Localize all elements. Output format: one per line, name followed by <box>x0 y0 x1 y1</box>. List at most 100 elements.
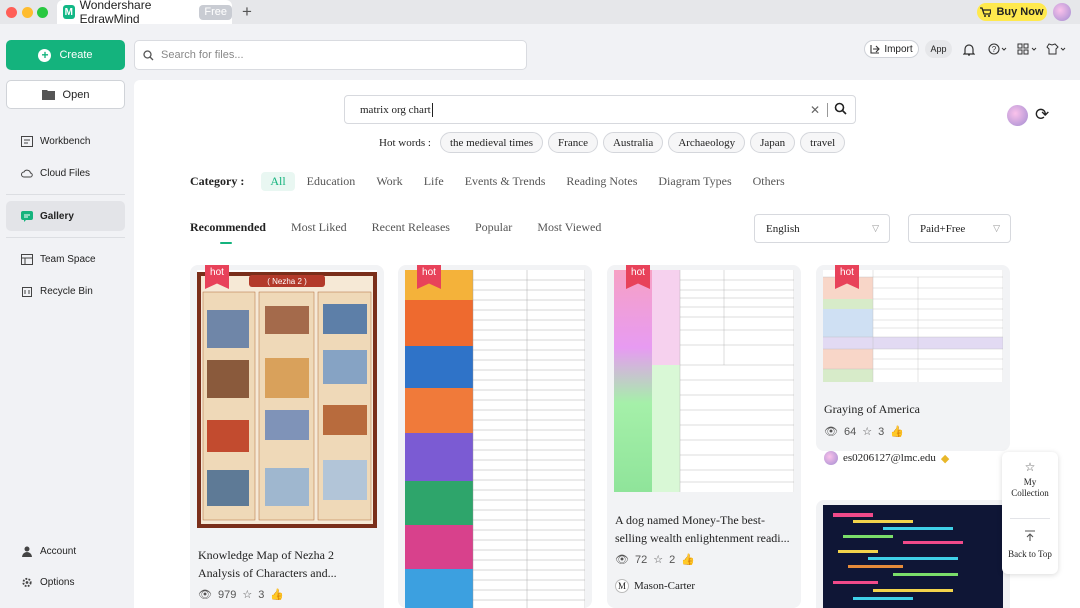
tab-popular[interactable]: Popular <box>475 220 512 235</box>
folder-icon <box>41 90 55 100</box>
template-card[interactable]: hot <box>398 265 592 608</box>
star-icon[interactable]: ☆ <box>242 588 252 601</box>
sidebar-divider <box>6 194 125 195</box>
sidebar-item-label: Account <box>40 545 77 557</box>
price-filter-select[interactable]: Paid+Free ▽ <box>908 214 1011 243</box>
import-label: Import <box>884 43 913 55</box>
card-title-line: Knowledge Map of Nezha 2 <box>198 548 334 562</box>
team-space-icon <box>21 253 33 265</box>
thumbs-up-icon[interactable]: 👍 <box>270 588 284 601</box>
buy-now-button[interactable]: Buy Now <box>977 3 1047 21</box>
tab-most-liked[interactable]: Most Liked <box>291 220 347 235</box>
category-diagram-types[interactable]: Diagram Types <box>649 172 740 191</box>
category-work[interactable]: Work <box>367 172 411 191</box>
thumbs-up-icon[interactable]: 👍 <box>681 553 695 566</box>
hot-words: Hot words : the medieval times France Au… <box>379 132 846 153</box>
card-author[interactable]: M Mason-Carter <box>615 579 695 593</box>
card-thumbnail <box>614 270 794 492</box>
app-tab[interactable]: M Wondershare EdrawMind Free <box>57 0 232 26</box>
my-collection-button[interactable]: ☆ My Collection <box>1002 461 1058 499</box>
grid-menu-icon[interactable] <box>1017 40 1039 58</box>
template-card[interactable]: ( Nezha 2 ) hot Knowledge Map of Nezha 2… <box>190 265 384 608</box>
category-all[interactable]: All <box>261 172 295 191</box>
sidebar-item-recycle-bin[interactable]: Recycle Bin <box>6 276 125 306</box>
hot-word-chip[interactable]: travel <box>800 132 846 153</box>
svg-text:?: ? <box>992 45 997 54</box>
open-button[interactable]: Open <box>6 80 125 109</box>
template-card[interactable]: hot A dog named Money-The best- selling … <box>607 265 801 608</box>
sidebar-item-label: Gallery <box>40 210 74 222</box>
refresh-icon[interactable]: ⟳ <box>1035 105 1049 125</box>
account-icon <box>22 546 32 557</box>
back-to-top-button[interactable]: Back to Top <box>1002 530 1058 560</box>
hot-word-chip[interactable]: France <box>548 132 598 153</box>
star-icon[interactable]: ☆ <box>862 425 872 438</box>
app-button[interactable]: App <box>925 40 952 58</box>
sidebar-item-cloud-files[interactable]: Cloud Files <box>6 158 125 188</box>
card-title-line: A dog named Money-The best- <box>615 513 765 527</box>
notification-bell-icon[interactable] <box>962 40 976 58</box>
search-separator <box>827 103 828 117</box>
category-education[interactable]: Education <box>298 172 365 191</box>
clear-search-icon[interactable]: ✕ <box>810 103 820 118</box>
card-title-line: selling wealth enlightenment readi... <box>615 531 790 545</box>
language-value: English <box>766 222 800 235</box>
diamond-badge-icon: ◆ <box>940 452 950 465</box>
sidebar-item-options[interactable]: Options <box>6 567 125 597</box>
template-card[interactable] <box>816 500 1010 608</box>
hot-word-chip[interactable]: Archaeology <box>668 132 746 153</box>
language-select[interactable]: English ▽ <box>754 214 890 243</box>
view-count: 979 <box>217 588 237 601</box>
help-icon[interactable]: ? <box>988 40 1008 58</box>
create-label: Create <box>59 49 93 61</box>
sidebar-divider <box>6 237 125 238</box>
category-reading-notes[interactable]: Reading Notes <box>557 172 646 191</box>
tab-recommended[interactable]: Recommended <box>190 220 266 244</box>
sidebar-item-label: Team Space <box>40 253 96 265</box>
minimize-window-button[interactable] <box>22 7 33 18</box>
eye-icon: 👁 <box>824 426 838 438</box>
search-icon[interactable] <box>834 102 847 115</box>
trash-icon <box>22 286 32 297</box>
star-icon[interactable]: ☆ <box>653 553 663 566</box>
category-life[interactable]: Life <box>415 172 453 191</box>
author-avatar <box>824 451 838 465</box>
hot-word-chip[interactable]: the medieval times <box>439 132 544 153</box>
file-search-input[interactable]: Search for files... <box>134 40 527 70</box>
sidebar-item-gallery[interactable]: Gallery <box>6 201 125 231</box>
category-others[interactable]: Others <box>744 172 794 191</box>
star-count: 2 <box>669 553 676 566</box>
tab-recent-releases[interactable]: Recent Releases <box>372 220 450 235</box>
create-button[interactable]: + Create <box>6 40 125 70</box>
workbench-icon <box>21 135 33 147</box>
import-button[interactable]: Import <box>864 40 919 58</box>
price-filter-value: Paid+Free <box>920 222 966 235</box>
chevron-down-icon: ▽ <box>872 223 879 233</box>
close-window-button[interactable] <box>6 7 17 18</box>
maximize-window-button[interactable] <box>37 7 48 18</box>
text-caret <box>431 102 433 117</box>
tab-most-viewed[interactable]: Most Viewed <box>537 220 601 235</box>
card-thumbnail: ( Nezha 2 ) <box>197 270 377 528</box>
card-author[interactable]: es0206127@lmc.edu ◆ <box>824 451 949 465</box>
thumbs-up-icon[interactable]: 👍 <box>890 425 904 438</box>
sidebar-item-workbench[interactable]: Workbench <box>6 126 125 156</box>
view-count: 64 <box>843 425 857 438</box>
gallery-panel: matrix org chart ✕ Hot words : the medie… <box>134 80 1080 608</box>
category-events-trends[interactable]: Events & Trends <box>456 172 555 191</box>
arrow-up-icon <box>1025 530 1035 541</box>
user-avatar[interactable] <box>1053 3 1071 21</box>
shirt-theme-icon[interactable] <box>1046 40 1068 58</box>
hot-word-chip[interactable]: Japan <box>750 132 796 153</box>
gallery-search-input[interactable]: matrix org chart ✕ <box>344 95 856 124</box>
sidebar-item-account[interactable]: Account <box>6 536 125 566</box>
template-card[interactable]: hot Graying of America 👁 64 ☆ 3 👍 <box>816 265 1010 451</box>
user-avatar[interactable] <box>1007 105 1028 126</box>
new-tab-button[interactable]: + <box>242 2 252 22</box>
hot-word-chip[interactable]: Australia <box>602 132 664 153</box>
author-name: es0206127@lmc.edu <box>843 452 936 464</box>
open-label: Open <box>62 88 90 101</box>
sidebar-item-team-space[interactable]: Team Space <box>6 244 125 274</box>
sidebar-item-label: Cloud Files <box>40 167 91 179</box>
view-count: 72 <box>634 553 648 566</box>
